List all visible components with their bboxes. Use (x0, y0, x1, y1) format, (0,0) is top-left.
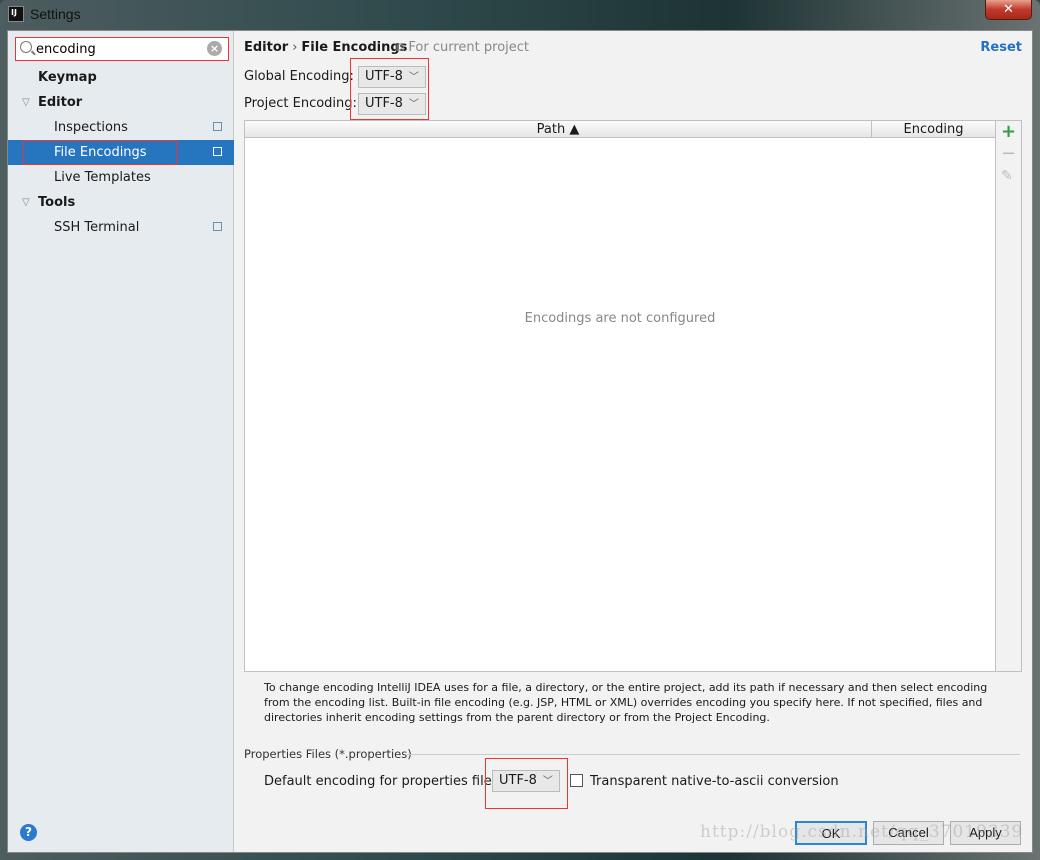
sidebar-item-live-templates[interactable]: Live Templates (8, 165, 234, 190)
divider (407, 754, 1020, 755)
chevron-down-icon[interactable]: ▽ (22, 90, 30, 115)
ok-button[interactable]: OK (795, 821, 867, 845)
search-input[interactable] (36, 40, 206, 58)
window-title: Settings (30, 6, 81, 22)
sidebar-item-keymap[interactable]: Keymap (8, 65, 234, 90)
main-panel: Editor › File Encodings ⧉ For current proj… (235, 31, 1032, 852)
remove-icon[interactable]: − (1001, 145, 1016, 163)
cancel-button[interactable]: Cancel (873, 821, 944, 845)
default-properties-encoding-label: Default encoding for properties files: (264, 774, 503, 789)
project-scope-icon (213, 122, 222, 131)
intellij-icon: IJ (8, 6, 24, 22)
transparent-conversion-checkbox[interactable] (570, 774, 583, 787)
sidebar-item-label: Keymap (38, 70, 97, 85)
encodings-table: Path ▲ Encoding Encodings are not config… (244, 120, 996, 672)
close-button[interactable]: ✕ (985, 0, 1032, 20)
clear-search-icon[interactable]: × (207, 41, 222, 56)
breadcrumb-file-encodings: File Encodings (301, 40, 408, 55)
sidebar-item-label: File Encodings (54, 145, 147, 160)
sidebar-item-inspections[interactable]: Inspections (8, 115, 234, 140)
sidebar-item-label: Editor (38, 95, 83, 110)
search-box: × (15, 37, 229, 61)
add-icon[interactable]: + (1001, 123, 1016, 141)
breadcrumb-separator: › (292, 40, 298, 55)
sidebar-item-label: Live Templates (54, 170, 151, 185)
sidebar-item-label: Inspections (54, 120, 128, 135)
project-scope-icon (213, 222, 222, 231)
table-toolbar: + − ✎ (996, 120, 1022, 672)
highlight-box (350, 58, 429, 120)
transparent-conversion-label[interactable]: Transparent native-to-ascii conversion (590, 774, 839, 789)
scope-label: ⧉ For current project (395, 40, 530, 55)
sidebar: × Keymap ▽ Editor Inspections File Encodi… (8, 31, 234, 852)
column-path[interactable]: Path ▲ (245, 121, 872, 138)
settings-dialog: × Keymap ▽ Editor Inspections File Encodi… (7, 30, 1033, 853)
sidebar-item-label: Tools (38, 195, 76, 210)
title-bar: IJ Settings ✕ (0, 0, 1040, 30)
sidebar-item-label: SSH Terminal (54, 220, 140, 235)
scope-text: For current project (408, 40, 530, 55)
sidebar-item-editor[interactable]: ▽ Editor (8, 90, 234, 115)
chevron-down-icon[interactable]: ▽ (22, 190, 30, 215)
search-icon (20, 41, 32, 53)
table-header: Path ▲ Encoding (245, 121, 995, 138)
sidebar-item-file-encodings[interactable]: File Encodings (8, 140, 234, 165)
help-button[interactable]: ? (20, 824, 37, 841)
properties-section-title: Properties Files (*.properties) (244, 747, 412, 761)
breadcrumb-editor: Editor (244, 40, 289, 55)
apply-button[interactable]: Apply (950, 821, 1021, 845)
empty-message: Encodings are not configured (524, 311, 716, 326)
project-encoding-label: Project Encoding: (244, 96, 357, 111)
sidebar-item-ssh-terminal[interactable]: SSH Terminal (8, 215, 234, 240)
edit-icon[interactable]: ✎ (1001, 167, 1013, 185)
breadcrumb: Editor › File Encodings (244, 40, 407, 55)
global-encoding-label: Global Encoding: (244, 69, 354, 84)
project-scope-icon (213, 147, 222, 156)
sidebar-item-tools[interactable]: ▽ Tools (8, 190, 234, 215)
column-encoding[interactable]: Encoding (872, 121, 995, 138)
highlight-box (485, 758, 568, 809)
reset-link[interactable]: Reset (980, 40, 1022, 55)
help-text: To change encoding IntelliJ IDEA uses fo… (264, 681, 988, 724)
